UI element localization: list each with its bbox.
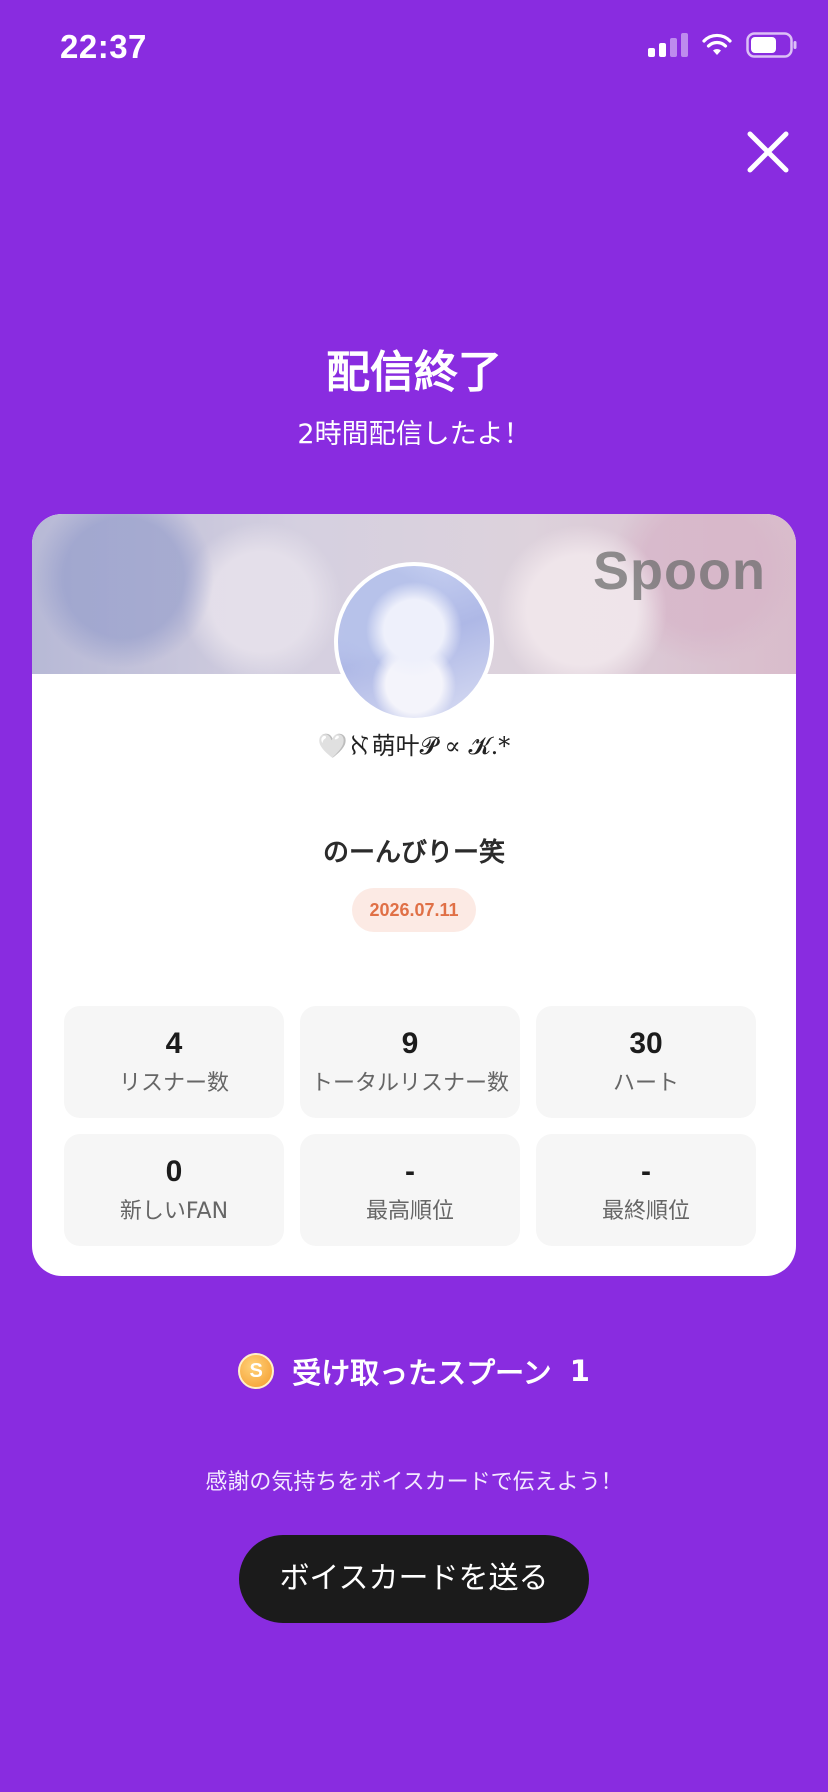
spoons-received-count: 1: [569, 1354, 590, 1388]
stat-highest-rank: - 最高順位: [300, 1134, 520, 1246]
stat-final-rank: - 最終順位: [536, 1134, 756, 1246]
status-icons: [648, 32, 798, 58]
stat-new-fans: 0 新しいFAN: [64, 1134, 284, 1246]
stat-hearts: 30 ハート: [536, 1006, 756, 1118]
stat-listeners: 4 リスナー数: [64, 1006, 284, 1118]
page-subtitle: 2時間配信したよ！: [297, 419, 531, 450]
stat-total-listeners: 9 トータルリスナー数: [300, 1006, 520, 1118]
avatar[interactable]: [334, 562, 494, 722]
stat-label: 最終順位: [601, 1199, 690, 1224]
status-time: 22:37: [60, 28, 147, 65]
stat-value: -: [405, 1155, 415, 1188]
stat-label: ハート: [612, 1071, 679, 1096]
stat-value: 30: [629, 1027, 663, 1060]
wifi-icon: [702, 33, 732, 55]
stat-value: 4: [165, 1027, 183, 1060]
stream-ended-screen: 22:37 配信終了 2時間配信したよ！ Spoon 🤍ℵ萌叶𝓟 ∝ 𝓚.* の…: [0, 0, 828, 1792]
stream-title: のーんびりー笑: [322, 838, 505, 868]
stat-value: -: [641, 1155, 651, 1188]
stat-label: リスナー数: [118, 1071, 229, 1096]
stream-summary-card: Spoon 🤍ℵ萌叶𝓟 ∝ 𝓚.* のーんびりー笑 2026.07.11 4 リ…: [32, 514, 796, 1276]
page-title: 配信終了: [326, 347, 502, 398]
stat-label: 新しいFAN: [119, 1199, 229, 1224]
stat-value: 9: [401, 1027, 419, 1060]
spoon-coin-icon: S: [238, 1353, 275, 1389]
stat-label: トータルリスナー数: [310, 1071, 509, 1096]
stats-grid: 4 リスナー数 9 トータルリスナー数 30 ハート 0 新しいFAN - 最高…: [64, 1006, 764, 1246]
close-icon[interactable]: [742, 126, 794, 178]
spoons-received: S 受け取ったスプーン 1: [0, 1350, 828, 1392]
date-badge: 2026.07.11: [352, 888, 476, 932]
cellular-signal-icon: [648, 33, 688, 57]
username: 🤍ℵ萌叶𝓟 ∝ 𝓚.*: [317, 732, 511, 760]
stat-label: 最高順位: [365, 1199, 454, 1224]
battery-icon: [746, 32, 797, 58]
stat-value: 0: [165, 1155, 183, 1188]
thanks-message: 感謝の気持ちをボイスカードで伝えよう！: [205, 1470, 623, 1495]
spoon-logo: Spoon: [593, 541, 766, 601]
spoons-received-label: 受け取ったスプーン: [292, 1356, 552, 1390]
send-voice-card-button[interactable]: ボイスカードを送る: [239, 1535, 589, 1623]
